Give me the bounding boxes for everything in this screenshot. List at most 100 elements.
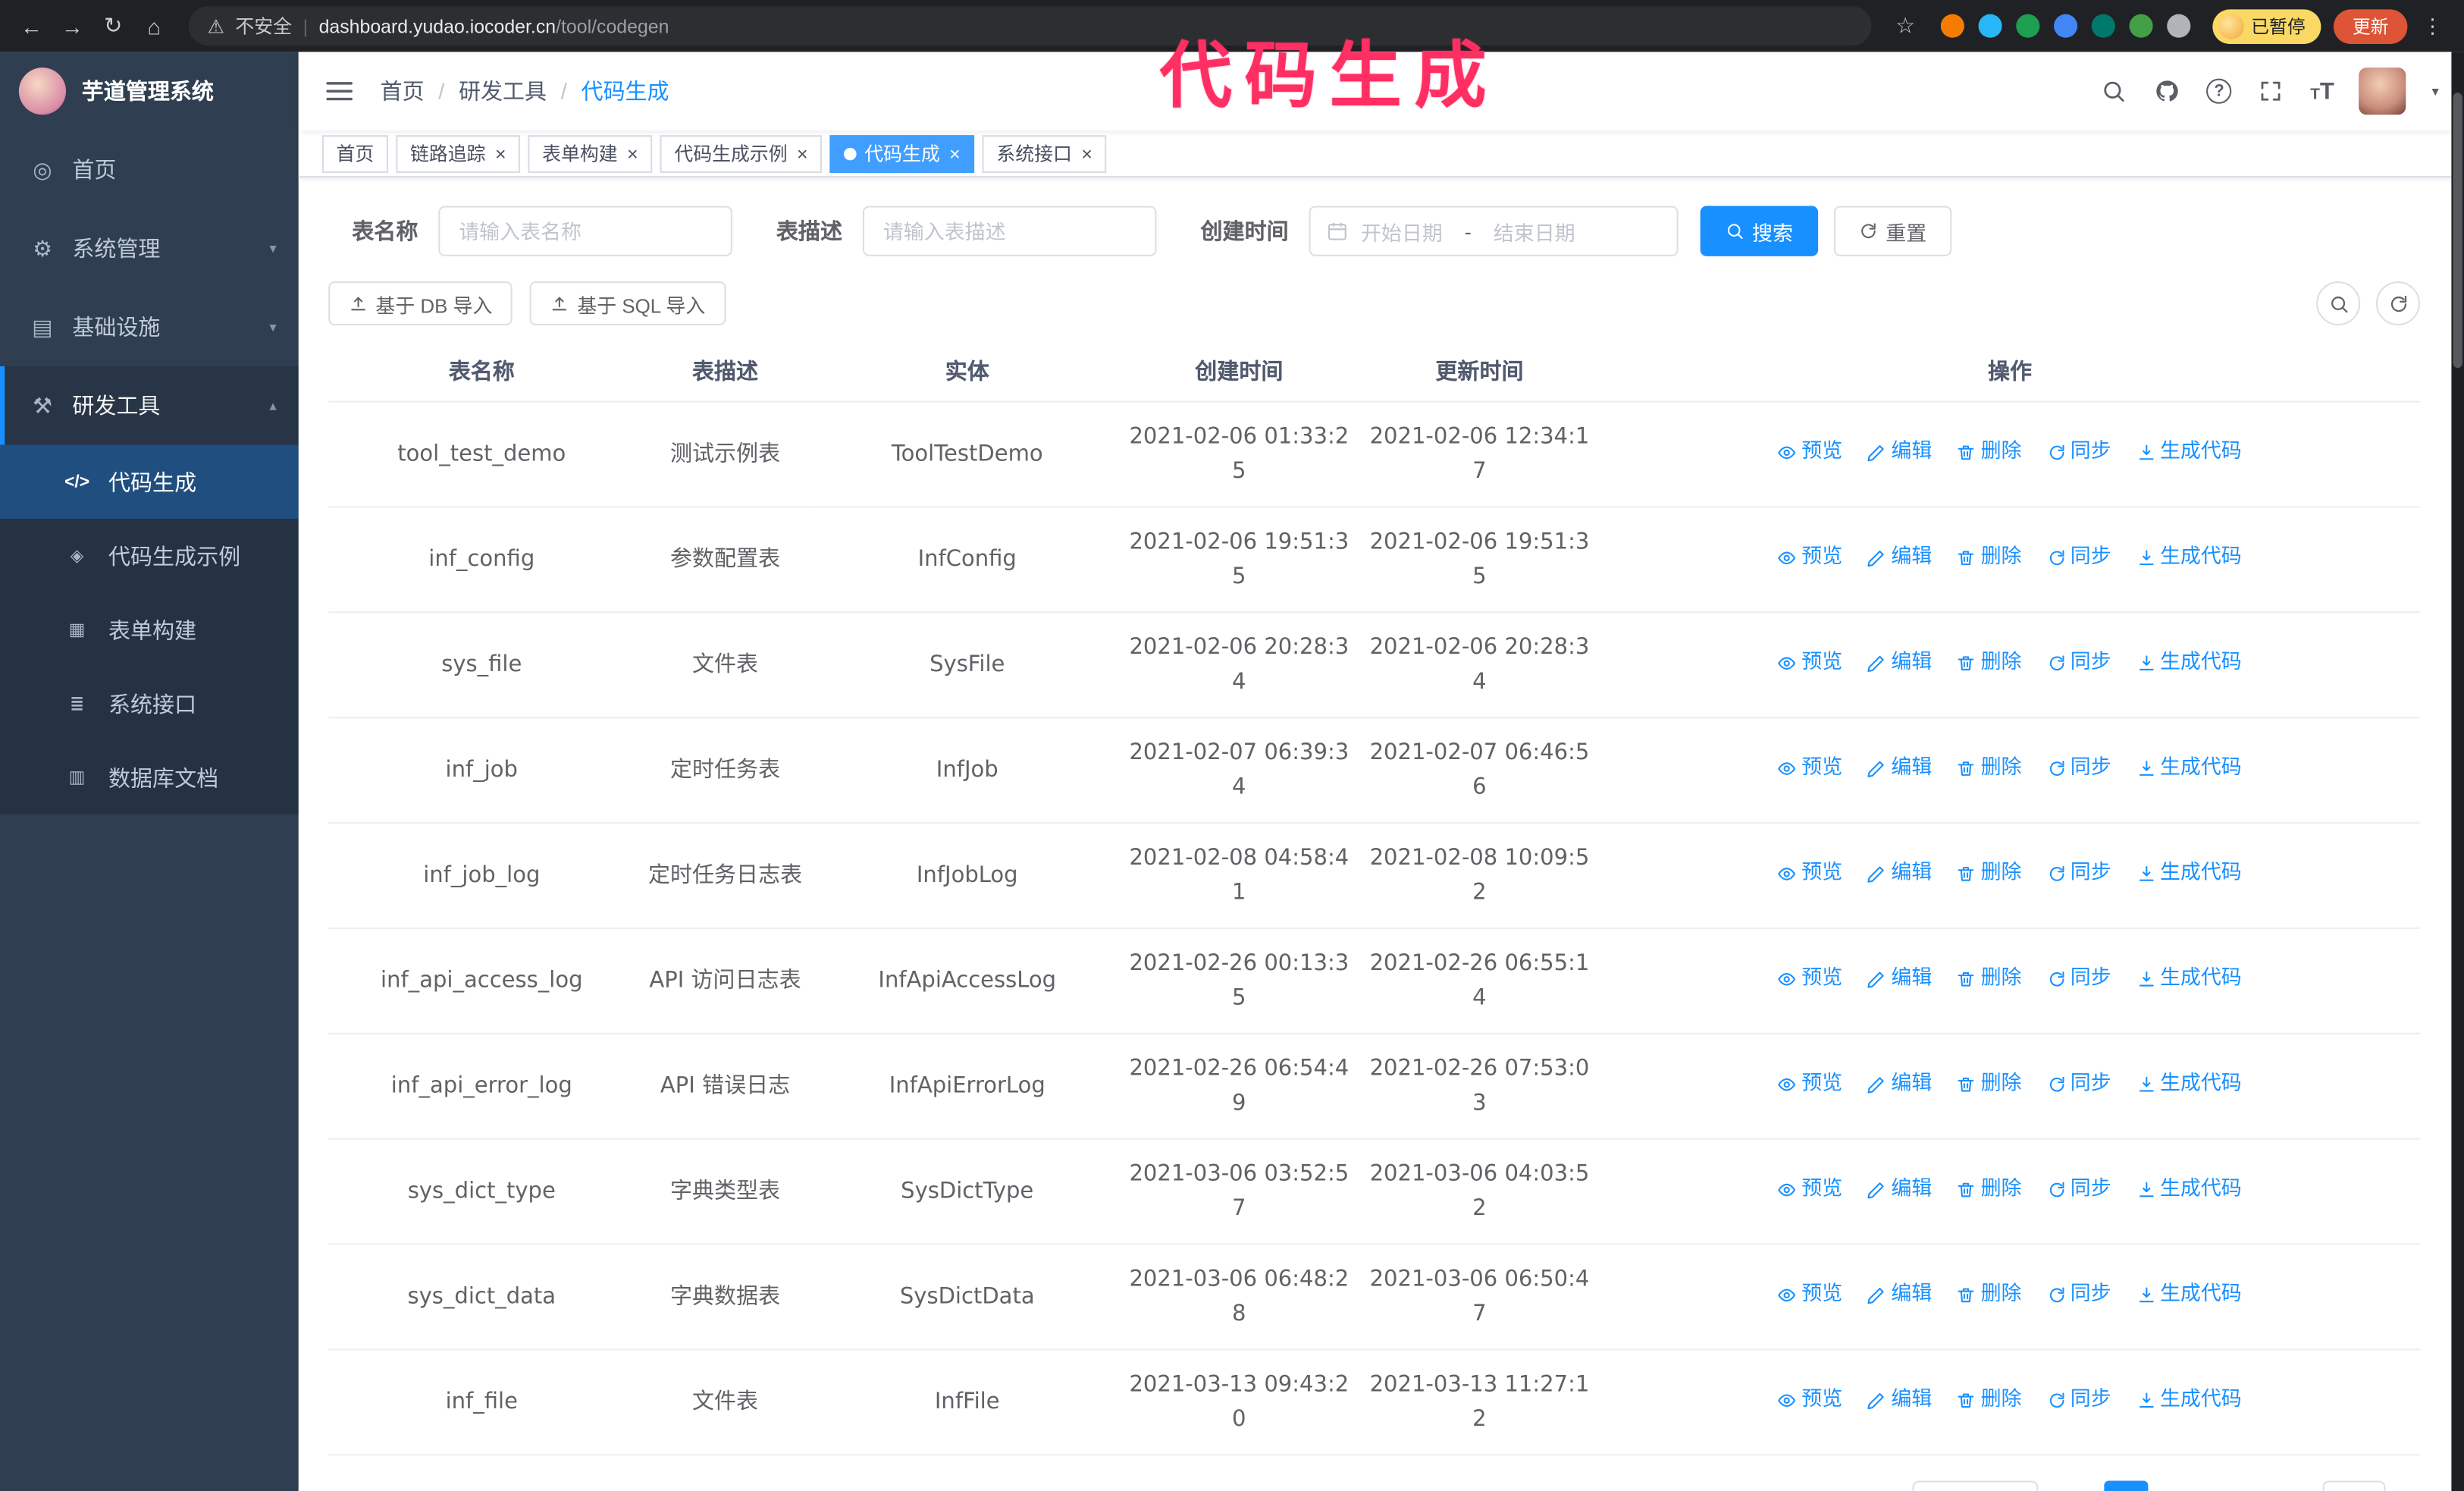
sync-action-link[interactable]: 同步 (2047, 1278, 2111, 1313)
close-icon[interactable]: × (627, 144, 638, 163)
edit-action-link[interactable]: 编辑 (1867, 435, 1932, 470)
eye-action-link[interactable]: 预览 (1778, 1278, 1842, 1313)
import-db-button[interactable]: 基于 DB 导入 (328, 281, 513, 326)
eye-action-link[interactable]: 预览 (1778, 1172, 1842, 1207)
browser-update-button[interactable]: 更新 (2333, 8, 2408, 43)
goto-page-input[interactable] (2322, 1480, 2386, 1491)
eye-action-link[interactable]: 预览 (1778, 962, 1842, 997)
home-icon[interactable]: ⌂ (135, 7, 173, 45)
edit-action-link[interactable]: 编辑 (1867, 541, 1932, 576)
user-avatar[interactable] (2359, 67, 2407, 115)
tab-tracer[interactable]: 链路追踪 × (396, 134, 521, 172)
delete-action-link[interactable]: 删除 (1958, 1383, 2022, 1418)
extension-icon[interactable] (2166, 14, 2190, 38)
delete-action-link[interactable]: 删除 (1958, 541, 2022, 576)
edit-action-link[interactable]: 编辑 (1867, 962, 1932, 997)
scrollbar-thumb[interactable] (2453, 93, 2462, 369)
chevron-down-icon[interactable]: ▾ (2431, 83, 2438, 100)
sync-action-link[interactable]: 同步 (2047, 646, 2111, 681)
refresh-table-button[interactable] (2375, 281, 2420, 326)
table-desc-input[interactable] (862, 206, 1157, 256)
sync-action-link[interactable]: 同步 (2047, 752, 2111, 786)
sync-action-link[interactable]: 同步 (2047, 541, 2111, 576)
delete-action-link[interactable]: 删除 (1958, 752, 2022, 786)
delete-action-link[interactable]: 删除 (1958, 962, 2022, 997)
sidebar-item-home[interactable]: ◎ 首页 (0, 130, 299, 209)
extension-icon[interactable] (2090, 14, 2114, 38)
eye-action-link[interactable]: 预览 (1778, 1383, 1842, 1418)
download-action-link[interactable]: 生成代码 (2136, 752, 2242, 786)
eye-action-link[interactable]: 预览 (1778, 1067, 1842, 1102)
search-button[interactable]: 搜索 (1700, 206, 1819, 256)
page-number-2[interactable]: 2 (2158, 1480, 2202, 1491)
next-page-button[interactable]: › (2215, 1480, 2253, 1491)
edit-action-link[interactable]: 编辑 (1867, 1278, 1932, 1313)
edit-action-link[interactable]: 编辑 (1867, 1383, 1932, 1418)
close-icon[interactable]: × (495, 144, 506, 163)
delete-action-link[interactable]: 删除 (1958, 1172, 2022, 1207)
prev-page-button[interactable]: ‹ (2052, 1480, 2090, 1491)
profile-chip[interactable]: 已暂停 (2212, 8, 2321, 43)
browser-menu-icon[interactable]: ⋮ (2414, 7, 2452, 45)
sync-action-link[interactable]: 同步 (2047, 857, 2111, 892)
eye-action-link[interactable]: 预览 (1778, 857, 1842, 892)
close-icon[interactable]: × (1081, 144, 1092, 163)
delete-action-link[interactable]: 删除 (1958, 1067, 2022, 1102)
breadcrumb-item[interactable]: 研发工具 (459, 75, 547, 106)
download-action-link[interactable]: 生成代码 (2136, 1067, 2242, 1102)
edit-action-link[interactable]: 编辑 (1867, 1067, 1932, 1102)
edit-action-link[interactable]: 编辑 (1867, 857, 1932, 892)
sidebar-item-codegen-example[interactable]: ◈ 代码生成示例 (0, 519, 299, 592)
help-icon[interactable]: ? (2206, 78, 2232, 104)
edit-action-link[interactable]: 编辑 (1867, 1172, 1932, 1207)
sidebar-item-form-builder[interactable]: ▦ 表单构建 (0, 592, 299, 666)
sidebar-item-api[interactable]: ≣ 系统接口 (0, 667, 299, 740)
sync-action-link[interactable]: 同步 (2047, 1067, 2111, 1102)
close-icon[interactable]: × (797, 144, 808, 163)
edit-action-link[interactable]: 编辑 (1867, 646, 1932, 681)
download-action-link[interactable]: 生成代码 (2136, 646, 2242, 681)
reload-icon[interactable]: ↻ (94, 7, 132, 45)
font-size-icon[interactable]: TT (2310, 78, 2334, 105)
table-name-input[interactable] (438, 206, 732, 256)
download-action-link[interactable]: 生成代码 (2136, 1172, 2242, 1207)
extension-icon[interactable] (2052, 14, 2077, 38)
sync-action-link[interactable]: 同步 (2047, 435, 2111, 470)
sync-action-link[interactable]: 同步 (2047, 962, 2111, 997)
eye-action-link[interactable]: 预览 (1778, 541, 1842, 576)
tab-form-builder[interactable]: 表单构建 × (528, 134, 653, 172)
edit-action-link[interactable]: 编辑 (1867, 752, 1932, 786)
delete-action-link[interactable]: 删除 (1958, 435, 2022, 470)
eye-action-link[interactable]: 预览 (1778, 646, 1842, 681)
extension-icon[interactable] (2015, 14, 2039, 38)
extension-icon[interactable] (1939, 14, 1964, 38)
extension-icon[interactable] (2128, 14, 2152, 38)
eye-action-link[interactable]: 预览 (1778, 435, 1842, 470)
delete-action-link[interactable]: 删除 (1958, 1278, 2022, 1313)
download-action-link[interactable]: 生成代码 (2136, 962, 2242, 997)
download-action-link[interactable]: 生成代码 (2136, 857, 2242, 892)
import-sql-button[interactable]: 基于 SQL 导入 (530, 281, 726, 326)
eye-action-link[interactable]: 预览 (1778, 752, 1842, 786)
forward-icon[interactable]: → (53, 7, 91, 45)
github-icon[interactable] (2153, 77, 2181, 105)
sync-action-link[interactable]: 同步 (2047, 1383, 2111, 1418)
sidebar-item-infra[interactable]: ▤ 基础设施 ▾ (0, 287, 299, 366)
fullscreen-icon[interactable] (2257, 77, 2285, 105)
tab-codegen-example[interactable]: 代码生成示例 × (660, 134, 823, 172)
tab-home[interactable]: 首页 (321, 134, 388, 172)
page-number-1[interactable]: 1 (2104, 1480, 2149, 1491)
toggle-search-button[interactable] (2316, 281, 2361, 326)
download-action-link[interactable]: 生成代码 (2136, 435, 2242, 470)
search-icon[interactable] (2100, 77, 2128, 105)
address-bar[interactable]: ⚠ 不安全 | dashboard.yudao.iocoder.cn/tool/… (188, 6, 1871, 46)
bookmark-star-icon[interactable]: ☆ (1886, 7, 1924, 45)
tab-codegen[interactable]: 代码生成 × (829, 134, 975, 172)
download-action-link[interactable]: 生成代码 (2136, 1383, 2242, 1418)
delete-action-link[interactable]: 删除 (1958, 857, 2022, 892)
sidebar-item-db-doc[interactable]: ▥ 数据库文档 (0, 740, 299, 814)
download-action-link[interactable]: 生成代码 (2136, 541, 2242, 576)
close-icon[interactable]: × (949, 144, 961, 163)
sidebar-item-devtools[interactable]: ⚒ 研发工具 ▴ (0, 366, 299, 445)
sidebar-item-system[interactable]: ⚙ 系统管理 ▾ (0, 209, 299, 288)
